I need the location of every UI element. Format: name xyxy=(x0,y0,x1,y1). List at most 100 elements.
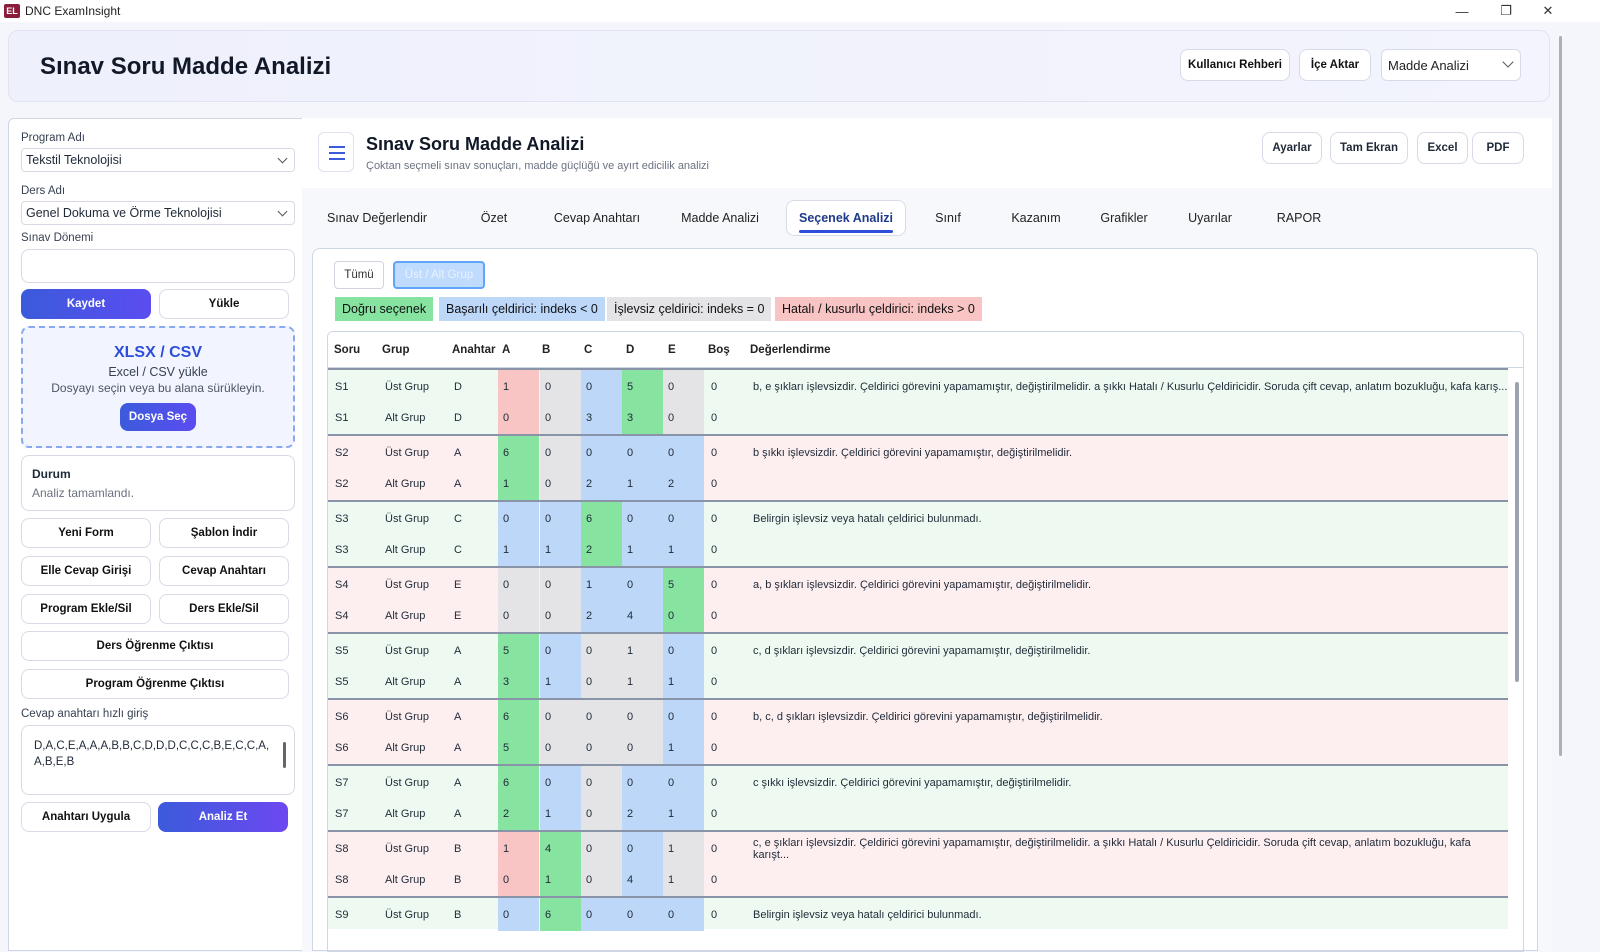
tab-5[interactable]: Sınıf xyxy=(908,200,988,236)
blank-cell: 0 xyxy=(711,776,718,789)
option-cell: 0 xyxy=(498,863,539,896)
excel-export-button[interactable]: Excel xyxy=(1417,132,1468,164)
load-button[interactable]: Yükle xyxy=(159,289,289,319)
option-cell: 6 xyxy=(540,898,581,931)
user-guide-button[interactable]: Kullanıcı Rehberi xyxy=(1180,49,1290,81)
column-header[interactable]: Grup xyxy=(382,344,409,356)
period-input[interactable] xyxy=(21,249,295,283)
window-scrollbar[interactable] xyxy=(1559,36,1562,756)
pdf-export-button[interactable]: PDF xyxy=(1472,132,1524,164)
group-cell: Üst Grup xyxy=(385,380,430,393)
manual-entry-button[interactable]: Elle Cevap Girişi xyxy=(21,556,151,586)
option-cell: 1 xyxy=(622,665,663,698)
column-header[interactable]: E xyxy=(668,344,676,356)
tab-6[interactable]: Kazanım xyxy=(994,200,1078,236)
evaluation-cell xyxy=(748,863,1508,896)
option-cell: 6 xyxy=(498,700,539,733)
answer-key-button[interactable]: Cevap Anahtarı xyxy=(159,556,289,586)
blank-cell: 0 xyxy=(711,873,718,886)
analyze-button[interactable]: Analiz Et xyxy=(158,802,288,832)
column-header[interactable]: Soru xyxy=(334,344,360,356)
option-cell: 0 xyxy=(540,502,581,535)
group-cell: Üst Grup xyxy=(385,446,430,459)
main-subtitle: Çoktan seçmeli sınav sonuçları, madde gü… xyxy=(366,160,709,172)
option-cell: 1 xyxy=(498,467,539,500)
tab-0[interactable]: Sınav Değerlendir xyxy=(316,200,438,236)
close-icon[interactable]: ✕ xyxy=(1526,0,1570,22)
restore-icon[interactable]: ❐ xyxy=(1484,0,1528,22)
table-row: S8 Alt Grup B 0 1 0 4 1 0 xyxy=(328,863,1508,896)
option-cell: 0 xyxy=(622,766,663,799)
option-cell: 3 xyxy=(581,401,622,434)
course-select[interactable]: Genel Dokuma ve Örme Teknolojisi xyxy=(21,201,295,225)
program-edit-button[interactable]: Program Ekle/Sil xyxy=(21,594,151,624)
chevron-down-icon xyxy=(277,153,288,164)
question-cell: S2 xyxy=(335,477,349,490)
evaluation-cell xyxy=(748,467,1508,500)
blank-cell: 0 xyxy=(711,609,718,622)
column-header[interactable]: C xyxy=(584,344,592,356)
table-row: S3 Alt Grup C 1 1 2 1 1 0 xyxy=(328,533,1508,566)
option-cell: 4 xyxy=(622,863,663,896)
option-cell: 0 xyxy=(540,700,581,733)
tab-9[interactable]: RAPOR xyxy=(1254,200,1344,236)
option-cell: 0 xyxy=(622,568,663,601)
course-outcome-button[interactable]: Ders Öğrenme Çıktısı xyxy=(21,631,289,661)
group-cell: Alt Grup xyxy=(385,477,426,490)
option-cell: 1 xyxy=(540,797,581,830)
tab-1[interactable]: Özet xyxy=(450,200,538,236)
main-title: Sınav Soru Madde Analizi xyxy=(366,134,585,154)
import-button[interactable]: İçe Aktar xyxy=(1299,49,1371,81)
column-header[interactable]: Değerlendirme xyxy=(750,344,831,356)
textarea-scrollbar[interactable] xyxy=(283,742,286,768)
key-cell: A xyxy=(454,741,462,754)
legend-good-distractor: Başarılı çeldirici: indeks < 0 xyxy=(439,297,605,321)
save-button[interactable]: Kaydet xyxy=(21,289,151,319)
column-header[interactable]: Boş xyxy=(708,344,730,356)
choose-file-button[interactable]: Dosya Seç xyxy=(120,403,196,431)
program-select[interactable]: Tekstil Teknolojisi xyxy=(21,148,295,172)
file-drop-zone[interactable]: XLSX / CSV Excel / CSV yükle Dosyayı seç… xyxy=(21,326,295,448)
toggle-all[interactable]: Tümü xyxy=(334,261,384,289)
table-scrollbar[interactable] xyxy=(1515,382,1519,682)
key-cell: A xyxy=(454,675,462,688)
option-cell: 5 xyxy=(663,568,704,601)
group-cell: Alt Grup xyxy=(385,873,426,886)
table-header: Soru Grup Anahtar A B C D E Boş Değerlendirme xyxy=(328,332,1523,368)
course-label: Ders Adı xyxy=(21,185,66,197)
minimize-icon[interactable]: — xyxy=(1440,0,1484,22)
question-cell: S6 xyxy=(335,741,349,754)
column-header[interactable]: B xyxy=(542,344,550,356)
settings-button[interactable]: Ayarlar xyxy=(1262,132,1322,164)
option-cell: 0 xyxy=(540,766,581,799)
question-cell: S9 xyxy=(335,908,349,921)
apply-key-button[interactable]: Anahtarı Uygula xyxy=(21,802,151,832)
question-cell: S4 xyxy=(335,578,349,591)
tab-4[interactable]: Seçenek Analizi xyxy=(786,200,906,236)
tab-3[interactable]: Madde Analizi xyxy=(660,200,780,236)
mode-select[interactable]: Madde Analizi xyxy=(1381,49,1521,81)
group-cell: Alt Grup xyxy=(385,411,426,424)
template-download-button[interactable]: Şablon İndir xyxy=(159,518,289,548)
key-cell: E xyxy=(454,578,462,591)
option-cell: 0 xyxy=(663,401,704,434)
option-cell: 0 xyxy=(622,898,663,931)
program-outcome-button[interactable]: Program Öğrenme Çıktısı xyxy=(21,669,289,699)
tab-7[interactable]: Grafikler xyxy=(1080,200,1168,236)
tab-8[interactable]: Uyarılar xyxy=(1168,200,1252,236)
question-cell: S6 xyxy=(335,710,349,723)
fullscreen-button[interactable]: Tam Ekran xyxy=(1330,132,1408,164)
column-header[interactable]: Anahtar xyxy=(452,344,495,356)
column-header[interactable]: A xyxy=(502,344,510,356)
evaluation-cell: Belirgin işlevsiz veya hatalı çeldirici … xyxy=(753,908,982,921)
toggle-upper-lower-group[interactable]: Üst / Alt Grup xyxy=(393,261,485,289)
option-cell: 1 xyxy=(663,863,704,896)
column-header[interactable]: D xyxy=(626,344,634,356)
quick-key-textarea[interactable]: D,A,C,E,A,A,A,B,B,C,D,D,D,C,C,C,B,E,C,C,… xyxy=(21,725,295,795)
menu-icon[interactable] xyxy=(318,132,354,172)
question-cell: S7 xyxy=(335,776,349,789)
group-cell: Alt Grup xyxy=(385,609,426,622)
new-form-button[interactable]: Yeni Form xyxy=(21,518,151,548)
tab-2[interactable]: Cevap Anahtarı xyxy=(542,200,652,236)
course-edit-button[interactable]: Ders Ekle/Sil xyxy=(159,594,289,624)
